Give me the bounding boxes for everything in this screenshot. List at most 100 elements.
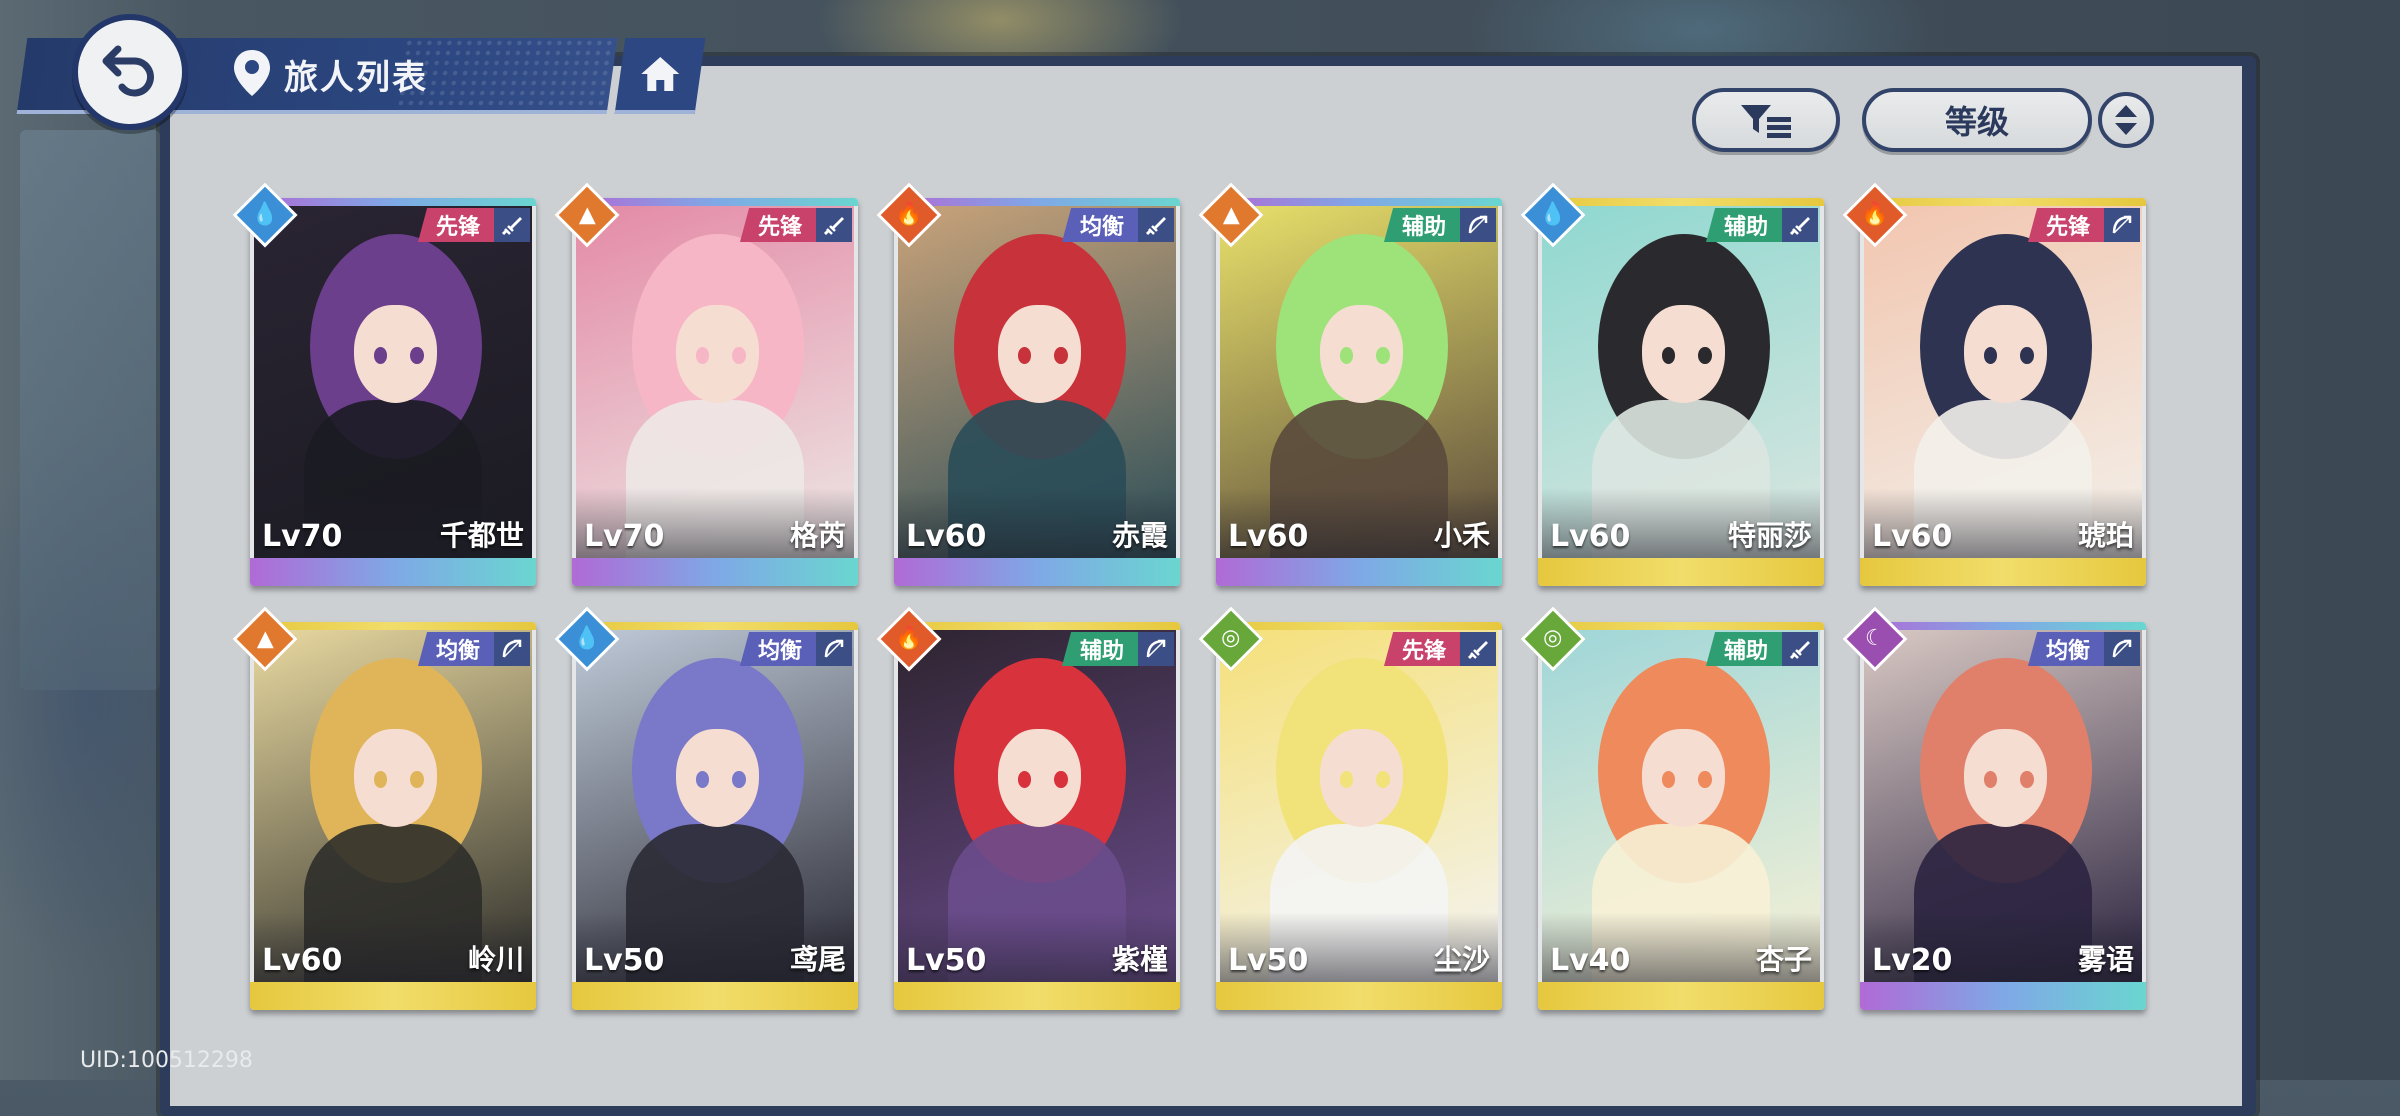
role-tag: 辅助 xyxy=(1705,208,1782,242)
sort-order-button[interactable] xyxy=(2098,92,2154,148)
level-label: Lv50 xyxy=(1228,943,1309,978)
character-name: 岭川 xyxy=(467,943,524,976)
page-title: 旅人列表 xyxy=(284,58,428,98)
home-icon xyxy=(641,57,680,91)
rarity-top-stripe xyxy=(1860,198,2146,206)
rarity-stripe xyxy=(894,982,1180,1010)
bow-icon xyxy=(494,632,530,666)
rarity-top-stripe xyxy=(1538,198,1824,206)
rarity-top-stripe xyxy=(572,198,858,206)
role-tag: 均衡 xyxy=(1061,208,1138,242)
rarity-top-stripe xyxy=(894,198,1180,206)
rarity-stripe xyxy=(572,558,858,586)
rarity-stripe xyxy=(1538,558,1824,586)
uid-label: UID:100512298 xyxy=(80,1048,253,1073)
bow-icon xyxy=(2104,632,2140,666)
role-tag: 先锋 xyxy=(739,208,816,242)
card-frame: 辅助 Lv60 小禾 xyxy=(1216,198,1502,586)
filter-button[interactable] xyxy=(1692,88,1840,152)
rarity-top-stripe xyxy=(250,198,536,206)
rarity-stripe xyxy=(1538,982,1824,1010)
rarity-stripe xyxy=(1216,558,1502,586)
character-name: 千都世 xyxy=(439,519,524,552)
character-name: 特丽莎 xyxy=(1727,519,1812,552)
rarity-stripe xyxy=(572,982,858,1010)
card-frame: 均衡 Lv60 岭川 xyxy=(250,622,536,1010)
rarity-stripe xyxy=(1860,982,2146,1010)
rarity-stripe xyxy=(894,558,1180,586)
character-card[interactable]: 均衡 Lv50 鸢尾 💧 xyxy=(554,606,858,1010)
character-card[interactable]: 辅助 Lv60 特丽莎 💧 xyxy=(1520,182,1824,586)
character-name: 紫槿 xyxy=(1111,943,1168,976)
role-tag: 辅助 xyxy=(1383,208,1460,242)
rarity-stripe xyxy=(1860,558,2146,586)
character-name: 赤霞 xyxy=(1111,519,1168,552)
character-card[interactable]: 先锋 Lv70 格芮 ▲ xyxy=(554,182,858,586)
character-name: 杏子 xyxy=(1755,943,1812,976)
filter-icon xyxy=(1741,105,1791,138)
character-name: 格芮 xyxy=(789,519,846,552)
sword-icon xyxy=(494,208,530,242)
character-card[interactable]: 均衡 Lv20 雾语 ☾ xyxy=(1842,606,2146,1010)
character-card[interactable]: 辅助 Lv50 紫槿 🔥 xyxy=(876,606,1180,1010)
card-frame: 先锋 Lv70 千都世 xyxy=(250,198,536,586)
bow-icon xyxy=(2104,208,2140,242)
card-frame: 均衡 Lv20 雾语 xyxy=(1860,622,2146,1010)
card-frame: 先锋 Lv50 尘沙 xyxy=(1216,622,1502,1010)
level-label: Lv60 xyxy=(1550,519,1631,554)
sword-icon xyxy=(1460,632,1496,666)
sort-dropdown[interactable]: 等级 xyxy=(1862,88,2092,152)
bow-icon xyxy=(1460,208,1496,242)
card-frame: 辅助 Lv40 杏子 xyxy=(1538,622,1824,1010)
rarity-stripe xyxy=(250,982,536,1010)
back-button[interactable] xyxy=(72,14,188,130)
character-card[interactable]: 辅助 Lv40 杏子 ◎ xyxy=(1520,606,1824,1010)
back-arrow-icon xyxy=(98,35,162,109)
level-label: Lv50 xyxy=(584,943,665,978)
role-tag: 先锋 xyxy=(1383,632,1460,666)
bow-icon xyxy=(1138,632,1174,666)
character-card[interactable]: 先锋 Lv60 琥珀 🔥 xyxy=(1842,182,2146,586)
role-tag: 辅助 xyxy=(1061,632,1138,666)
card-frame: 均衡 Lv50 鸢尾 xyxy=(572,622,858,1010)
role-tag: 均衡 xyxy=(2027,632,2104,666)
level-label: Lv40 xyxy=(1550,943,1631,978)
character-name: 琥珀 xyxy=(2077,519,2134,552)
level-label: Lv60 xyxy=(262,943,343,978)
character-card[interactable]: 辅助 Lv60 小禾 ▲ xyxy=(1198,182,1502,586)
rarity-stripe xyxy=(250,558,536,586)
sort-toggle-icon xyxy=(2115,105,2137,135)
character-name: 雾语 xyxy=(2077,943,2134,976)
character-card[interactable]: 均衡 Lv60 岭川 ▲ xyxy=(232,606,536,1010)
level-label: Lv60 xyxy=(1872,519,1953,554)
role-tag: 均衡 xyxy=(739,632,816,666)
rarity-stripe xyxy=(1216,982,1502,1010)
rarity-top-stripe xyxy=(1860,622,2146,630)
rarity-top-stripe xyxy=(894,622,1180,630)
character-name: 小禾 xyxy=(1433,519,1490,552)
rarity-top-stripe xyxy=(250,622,536,630)
bow-icon xyxy=(816,632,852,666)
character-card[interactable]: 均衡 Lv60 赤霞 🔥 xyxy=(876,182,1180,586)
level-label: Lv20 xyxy=(1872,943,1953,978)
location-pin-icon xyxy=(234,50,270,96)
rarity-top-stripe xyxy=(572,622,858,630)
card-frame: 均衡 Lv60 赤霞 xyxy=(894,198,1180,586)
role-tag: 先锋 xyxy=(417,208,494,242)
rarity-top-stripe xyxy=(1216,622,1502,630)
level-label: Lv70 xyxy=(262,519,343,554)
home-button[interactable] xyxy=(614,38,706,114)
character-card[interactable]: 先锋 Lv50 尘沙 ◎ xyxy=(1198,606,1502,1010)
sword-icon xyxy=(1138,208,1174,242)
sword-icon xyxy=(1782,632,1818,666)
character-name: 鸢尾 xyxy=(789,943,846,976)
card-frame: 先锋 Lv60 琥珀 xyxy=(1860,198,2146,586)
level-label: Lv60 xyxy=(1228,519,1309,554)
character-name: 尘沙 xyxy=(1433,943,1490,976)
character-card[interactable]: 先锋 Lv70 千都世 💧 xyxy=(232,182,536,586)
rarity-top-stripe xyxy=(1216,198,1502,206)
rarity-top-stripe xyxy=(1538,622,1824,630)
background-window xyxy=(20,130,160,690)
sword-icon xyxy=(816,208,852,242)
level-label: Lv60 xyxy=(906,519,987,554)
